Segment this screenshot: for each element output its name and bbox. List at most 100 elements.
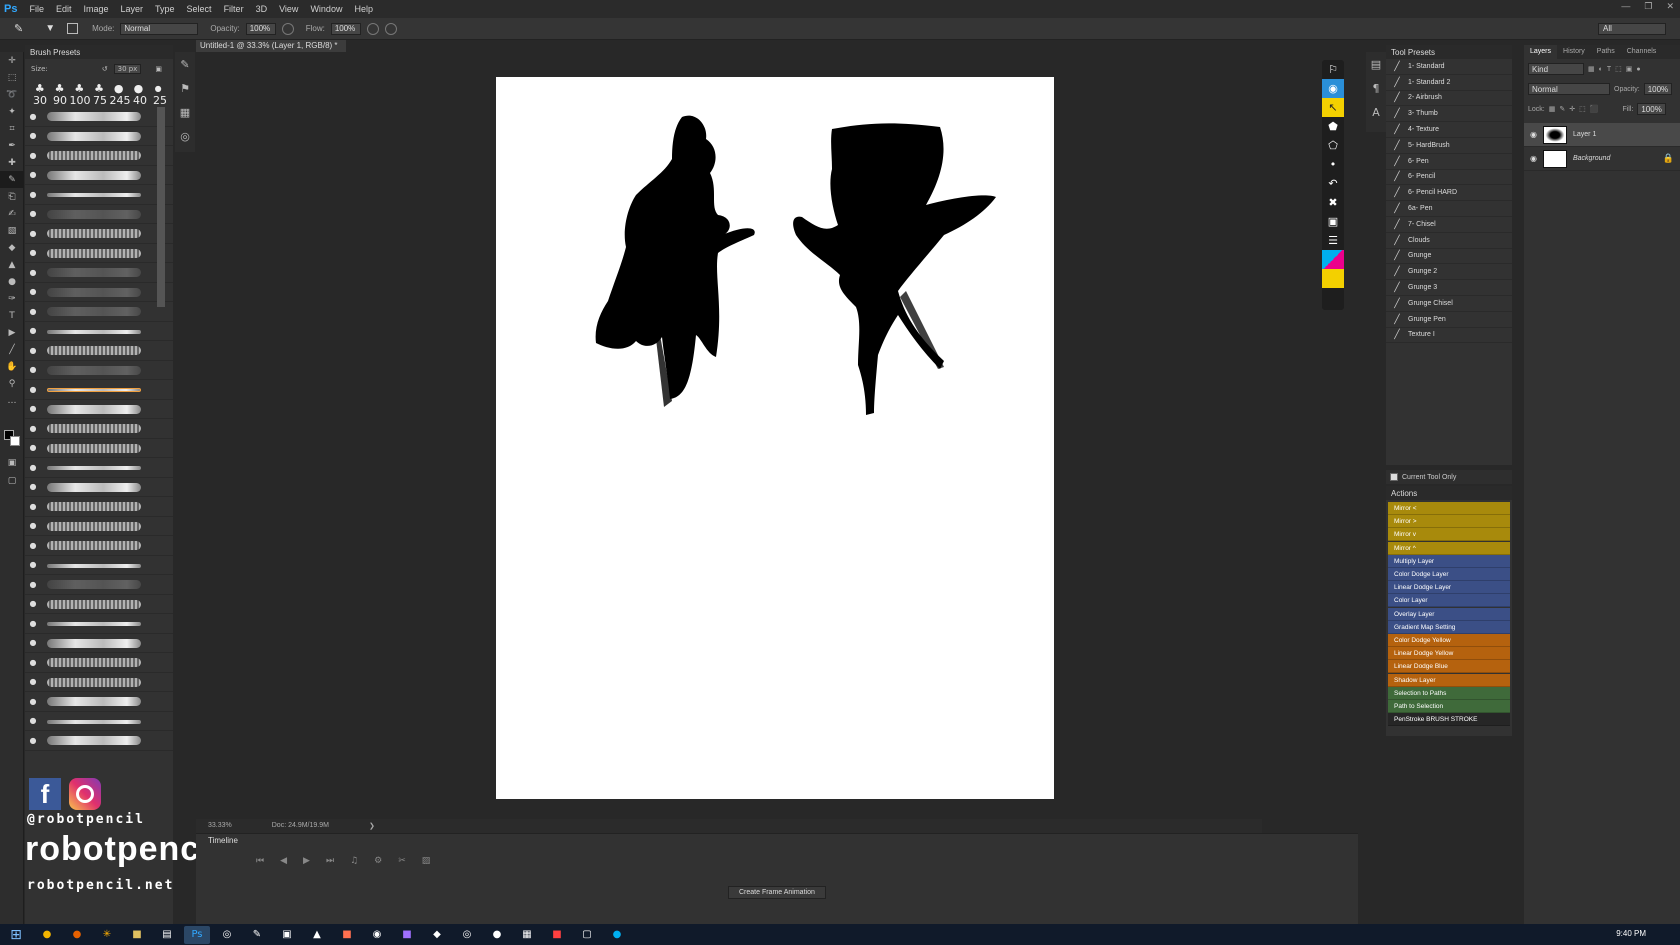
windows-start-icon[interactable]: ⊞	[0, 924, 32, 945]
brush-preset-row[interactable]: ●	[25, 731, 173, 751]
brush-tool-icon[interactable]: ✎	[0, 171, 24, 188]
line-tool-icon[interactable]: ╱	[0, 341, 24, 358]
new-preset-icon[interactable]: ▣	[155, 65, 162, 73]
menu-view[interactable]: View	[273, 4, 304, 14]
dodge-tool-icon[interactable]: ●	[0, 273, 24, 290]
tool-preset-item[interactable]: ╱ 3- Thumb	[1386, 106, 1512, 123]
explorer-icon[interactable]: ▤	[154, 926, 180, 944]
background-color-swatch[interactable]	[10, 436, 20, 446]
camera-icon[interactable]: ▣	[1322, 212, 1344, 231]
visibility-eye-icon[interactable]: ◉	[1530, 154, 1537, 163]
menu-window[interactable]: Window	[304, 4, 348, 14]
screen-mode-icon[interactable]: ▢	[0, 472, 24, 489]
lock-artboard-icon[interactable]: ⬚	[1579, 105, 1586, 113]
filter-pixel-icon[interactable]: ▦	[1588, 65, 1595, 73]
lock-pixels-icon[interactable]: ▦	[1549, 105, 1556, 113]
brush-preset-row[interactable]: ●	[25, 556, 173, 575]
brush-preset-row[interactable]: ●	[25, 419, 173, 439]
filter-toggle-icon[interactable]: ●	[1636, 66, 1640, 73]
action-item[interactable]: Linear Dodge Blue	[1388, 660, 1510, 674]
app-icon[interactable]: ■	[544, 926, 570, 944]
fill-field[interactable]: 100%	[1637, 103, 1666, 115]
firefox-icon[interactable]: ●	[64, 926, 90, 944]
tool-preset-item[interactable]: ╱ 4- Texture	[1386, 122, 1512, 138]
tag-alt-icon[interactable]: ⬠	[1322, 136, 1344, 155]
brush-preset-row[interactable]: ●	[25, 283, 173, 302]
workspace-select[interactable]: All	[1598, 23, 1666, 35]
menu-3d[interactable]: 3D	[250, 4, 274, 14]
history-panel-icon[interactable]: ▤	[1366, 52, 1386, 76]
brush-preset-row[interactable]: ●	[25, 692, 173, 712]
history-brush-tool-icon[interactable]: ✍	[0, 205, 24, 222]
brush-preset-row[interactable]: ●	[25, 497, 173, 517]
layer-row[interactable]: ◉ Background 🔒	[1524, 147, 1680, 171]
audio-icon[interactable]: ♫	[350, 856, 358, 866]
action-item[interactable]: Linear Dodge Yellow	[1388, 647, 1510, 661]
app-icon[interactable]: ◆	[424, 926, 450, 944]
prev-frame-icon[interactable]: ◀	[280, 856, 287, 866]
brush-list-scrollbar[interactable]	[157, 107, 165, 307]
skype-icon[interactable]: ●	[604, 926, 630, 944]
app-icon[interactable]: ▦	[514, 926, 540, 944]
restore-icon[interactable]: ❐	[1644, 2, 1652, 12]
character-icon[interactable]: A	[1366, 100, 1386, 124]
app-icon[interactable]: ■	[334, 926, 360, 944]
brush-preset-row[interactable]: ●	[25, 614, 173, 634]
filter-adjust-icon[interactable]: ◐	[1599, 66, 1603, 73]
app-icon[interactable]: ▣	[274, 926, 300, 944]
dot-icon[interactable]: •	[1322, 155, 1344, 174]
blend-mode-select[interactable]: Normal	[1528, 83, 1610, 95]
action-item[interactable]: Color Dodge Yellow	[1388, 634, 1510, 647]
menu-edit[interactable]: Edit	[50, 4, 78, 14]
tag-icon[interactable]: ⬟	[1322, 117, 1344, 136]
tool-preset-item[interactable]: ╱ Clouds	[1386, 233, 1512, 249]
brush-preset-row[interactable]: ●	[25, 439, 173, 458]
path-select-tool-icon[interactable]: ▶	[0, 324, 24, 341]
undo-icon[interactable]: ↶	[1322, 174, 1344, 193]
stamp-tool-icon[interactable]: ⎗	[0, 188, 24, 205]
menu-layer[interactable]: Layer	[115, 4, 150, 14]
tool-preset-item[interactable]: ╱ 2- Airbrush	[1386, 91, 1512, 107]
tool-preset-item[interactable]: ╱ Grunge 3	[1386, 280, 1512, 296]
quick-mask-icon[interactable]: ▣	[0, 454, 24, 471]
brush-preset-row[interactable]: ●	[25, 478, 173, 497]
opacity-field[interactable]: 100%	[245, 22, 276, 35]
tool-preset-item[interactable]: ╱ 7- Chisel	[1386, 217, 1512, 233]
folder-icon[interactable]: ■	[124, 926, 150, 944]
zoom-tool-icon[interactable]: ⚲	[0, 375, 24, 392]
action-item[interactable]: Color Dodge Layer	[1388, 568, 1510, 581]
lock-view-icon[interactable]: ⚐	[1322, 60, 1344, 79]
reset-size-icon[interactable]: ↺	[102, 65, 108, 73]
menu-type[interactable]: Type	[149, 4, 181, 14]
tab-channels[interactable]: Channels	[1621, 45, 1663, 59]
brush-preset-row[interactable]: ●	[25, 322, 173, 341]
menu-image[interactable]: Image	[78, 4, 115, 14]
tab-layers[interactable]: Layers	[1524, 45, 1558, 59]
tool-preset-item[interactable]: ╱ 6- Pencil HARD	[1386, 185, 1512, 202]
play-icon[interactable]: ▶	[303, 856, 310, 866]
create-frame-animation-button[interactable]: Create Frame Animation	[728, 886, 826, 899]
paragraph-icon[interactable]: ¶	[1366, 76, 1386, 100]
type-tool-icon[interactable]: T	[0, 307, 24, 324]
action-item[interactable]: Mirror v	[1388, 528, 1510, 542]
brush-panel-toggle-icon[interactable]	[67, 23, 79, 34]
size-field[interactable]: 30 px	[113, 64, 142, 74]
list-icon[interactable]: ☰	[1322, 231, 1344, 250]
app-icon[interactable]: ▢	[574, 926, 600, 944]
tool-preset-item[interactable]: ╱ Texture I	[1386, 328, 1512, 344]
first-frame-icon[interactable]: ⏮	[256, 856, 264, 866]
tab-history[interactable]: History	[1557, 45, 1591, 59]
menu-filter[interactable]: Filter	[218, 4, 250, 14]
brush-preset-row[interactable]: ●	[25, 575, 173, 595]
app-icon[interactable]: ✳	[94, 926, 120, 944]
layer-opacity-field[interactable]: 100%	[1643, 83, 1673, 95]
brush-preset-row[interactable]: ●	[25, 146, 173, 166]
brush-picker-icon[interactable]: ▼	[45, 23, 55, 34]
minimize-icon[interactable]: ―	[1621, 2, 1630, 12]
tool-preset-item[interactable]: ╱ 1- Standard	[1386, 59, 1512, 75]
trash-icon[interactable]: ✖	[1322, 193, 1344, 212]
brush-preset-row[interactable]: ●	[25, 458, 173, 478]
chrome-icon[interactable]: ●	[34, 926, 60, 944]
tab-paths[interactable]: Paths	[1591, 45, 1621, 59]
action-item[interactable]: Mirror >	[1388, 515, 1510, 529]
